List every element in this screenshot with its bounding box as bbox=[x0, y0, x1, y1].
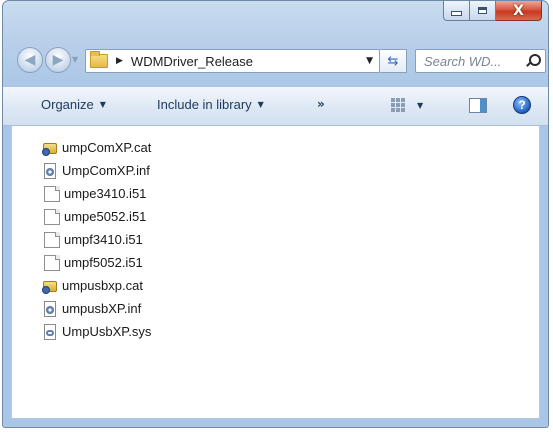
chevron-down-icon: ▼ bbox=[257, 100, 264, 109]
security-catalog-icon bbox=[42, 278, 58, 294]
search-placeholder: Search WD... bbox=[424, 53, 502, 69]
folder-icon bbox=[90, 51, 108, 68]
file-name: UmpComXP.inf bbox=[62, 163, 150, 178]
include-in-library-label: Include in library bbox=[157, 97, 252, 112]
forward-button[interactable]: ▶ bbox=[45, 47, 71, 73]
address-history-chevron-down-icon[interactable]: ▼ bbox=[366, 56, 373, 66]
security-catalog-icon bbox=[42, 140, 58, 156]
blank-document-icon bbox=[44, 254, 60, 271]
maximize-icon bbox=[478, 7, 487, 14]
command-bar: Organize ▼ Include in library ▼ » ▼ ? bbox=[3, 86, 548, 126]
back-arrow-icon: ◀ bbox=[24, 52, 36, 68]
organize-label: Organize bbox=[41, 97, 94, 112]
breadcrumb-chevron-right-icon[interactable]: ▶ bbox=[116, 56, 123, 66]
blank-document-icon bbox=[44, 208, 60, 225]
caption-buttons: X bbox=[443, 1, 542, 23]
list-item[interactable]: umpf3410.i51 bbox=[42, 228, 151, 251]
chevron-down-icon: ▼ bbox=[99, 100, 106, 109]
file-name: umpe3410.i51 bbox=[64, 186, 147, 201]
chevron-down-icon[interactable]: ▼ bbox=[417, 101, 423, 110]
file-name: UmpUsbXP.sys bbox=[62, 324, 152, 339]
close-icon: X bbox=[513, 2, 524, 19]
list-item[interactable]: umpe5052.i51 bbox=[42, 205, 151, 228]
file-name: umpf3410.i51 bbox=[64, 232, 143, 247]
refresh-button[interactable]: ⇆ bbox=[380, 49, 407, 73]
file-list-pane[interactable]: umpComXP.cat UmpComXP.inf umpe3410.i51 u… bbox=[11, 126, 540, 419]
back-button[interactable]: ◀ bbox=[17, 47, 43, 73]
breadcrumb-folder[interactable]: WDMDriver_Release bbox=[131, 54, 253, 69]
list-item[interactable]: UmpComXP.inf bbox=[42, 159, 151, 182]
minimize-button[interactable] bbox=[443, 1, 470, 21]
navigation-bar: ◀ ▶ ▼ ▶ WDMDriver_Release ▼ ⇆ Search WD.… bbox=[13, 47, 546, 77]
refresh-icon: ⇆ bbox=[387, 53, 399, 69]
search-icon[interactable] bbox=[526, 54, 541, 68]
more-commands-button[interactable]: » bbox=[317, 97, 325, 111]
list-item[interactable]: umpusbXP.inf bbox=[42, 297, 151, 320]
file-name: umpComXP.cat bbox=[62, 140, 152, 155]
list-item[interactable]: UmpUsbXP.sys bbox=[42, 320, 151, 343]
change-view-button[interactable]: ▼ bbox=[391, 98, 423, 112]
close-button[interactable]: X bbox=[496, 1, 542, 21]
file-name: umpusbxp.cat bbox=[62, 278, 143, 293]
system-file-icon bbox=[42, 323, 58, 340]
list-item[interactable]: umpf5052.i51 bbox=[42, 251, 151, 274]
recent-locations-chevron-down-icon[interactable]: ▼ bbox=[72, 55, 78, 64]
more-commands-icon: » bbox=[317, 97, 325, 111]
list-item[interactable]: umpComXP.cat bbox=[42, 136, 151, 159]
forward-arrow-icon: ▶ bbox=[52, 52, 64, 68]
setup-information-icon bbox=[42, 300, 58, 317]
address-bar[interactable]: ▶ WDMDriver_Release ▼ bbox=[85, 49, 380, 73]
file-name: umpf5052.i51 bbox=[64, 255, 143, 270]
file-name: umpe5052.i51 bbox=[64, 209, 147, 224]
help-icon[interactable]: ? bbox=[513, 96, 531, 114]
blank-document-icon bbox=[44, 231, 60, 248]
view-options-icon bbox=[391, 98, 405, 112]
blank-document-icon bbox=[44, 185, 60, 202]
list-item[interactable]: umpusbxp.cat bbox=[42, 274, 151, 297]
include-in-library-button[interactable]: Include in library ▼ bbox=[157, 97, 264, 112]
maximize-button[interactable] bbox=[470, 1, 496, 21]
minimize-icon bbox=[451, 11, 462, 16]
preview-pane-icon[interactable] bbox=[469, 98, 487, 113]
setup-information-icon bbox=[42, 162, 58, 179]
organize-menu-button[interactable]: Organize ▼ bbox=[41, 97, 106, 112]
file-name: umpusbXP.inf bbox=[62, 301, 142, 316]
search-input[interactable]: Search WD... bbox=[415, 49, 546, 73]
list-item[interactable]: umpe3410.i51 bbox=[42, 182, 151, 205]
file-list: umpComXP.cat UmpComXP.inf umpe3410.i51 u… bbox=[42, 136, 151, 343]
explorer-window: X ◀ ▶ ▼ ▶ WDMDriver_Release ▼ ⇆ Search W… bbox=[2, 0, 549, 428]
